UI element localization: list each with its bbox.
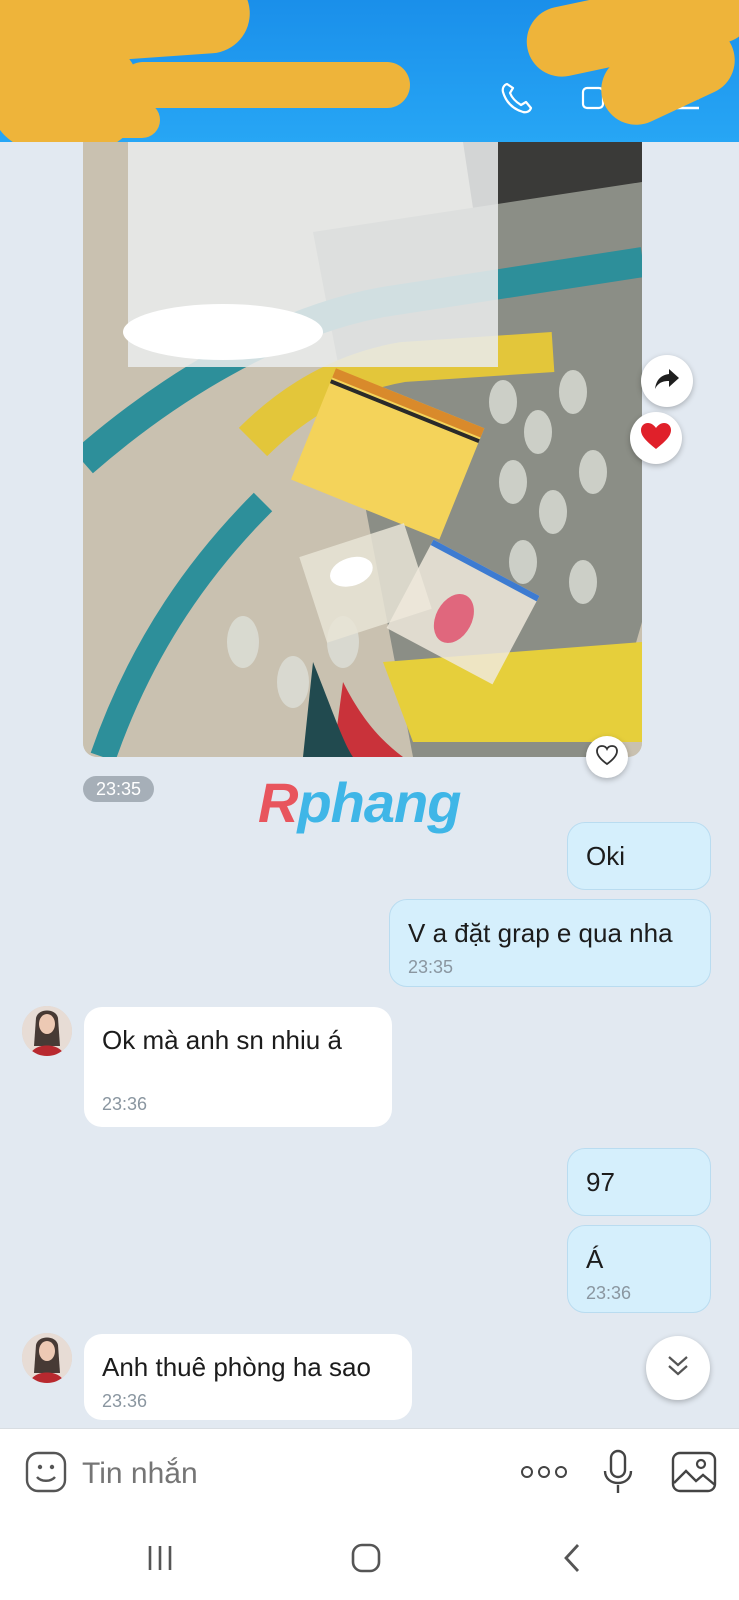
heart-outline-icon	[595, 744, 619, 771]
censor-smear	[120, 62, 410, 108]
image-icon[interactable]	[671, 1451, 717, 1498]
react-button[interactable]	[586, 736, 628, 778]
message-bubble-incoming[interactable]: Ok mà anh sn nhiu á 23:36	[84, 1007, 392, 1127]
message-time: 23:35	[408, 957, 454, 977]
system-nav-bar	[0, 1518, 739, 1600]
photo-message[interactable]	[83, 142, 642, 757]
back-chevron-icon[interactable]	[562, 1542, 582, 1579]
phone-icon[interactable]	[496, 78, 536, 118]
message-time: 23:35	[83, 776, 154, 802]
message-bubble-incoming[interactable]: Anh thuê phòng ha sao 23:36	[84, 1334, 412, 1420]
avatar[interactable]	[22, 1006, 72, 1056]
chat-header	[0, 0, 739, 142]
red-heart-icon	[640, 422, 672, 455]
message-text: Anh thuê phòng ha sao	[102, 1352, 371, 1382]
microphone-icon[interactable]	[602, 1449, 634, 1500]
message-text: Á	[586, 1244, 604, 1274]
sticker-smile-icon[interactable]	[24, 1450, 68, 1499]
avatar[interactable]	[22, 1333, 72, 1383]
share-arrow-icon	[653, 366, 681, 397]
photo-content	[83, 142, 642, 757]
double-chevron-down-icon	[665, 1353, 691, 1384]
message-time: 23:36	[586, 1283, 632, 1303]
message-bubble-outgoing[interactable]: Oki	[567, 822, 711, 890]
censor-smear	[20, 102, 160, 138]
share-button[interactable]	[641, 355, 693, 407]
message-time: 23:36	[102, 1391, 148, 1411]
message-bubble-outgoing[interactable]: V a đặt grap e qua nha 23:35	[389, 899, 711, 987]
more-dots-icon[interactable]	[520, 1463, 568, 1486]
message-text: 97	[586, 1167, 615, 1197]
watermark-first: R	[258, 771, 298, 834]
message-text: Oki	[586, 841, 625, 871]
message-text: Ok mà anh sn nhiu á	[102, 1025, 342, 1055]
reaction-badge[interactable]	[630, 412, 682, 464]
message-bubble-outgoing[interactable]: Á 23:36	[567, 1225, 711, 1313]
watermark-rest: phang	[297, 771, 461, 834]
scroll-down-button[interactable]	[646, 1336, 710, 1400]
recent-apps-icon[interactable]	[146, 1544, 174, 1577]
watermark-logo: Rphang	[258, 770, 461, 835]
message-input[interactable]	[80, 1449, 504, 1499]
message-bubble-outgoing[interactable]: 97	[567, 1148, 711, 1216]
message-time: 23:36	[102, 1094, 148, 1114]
home-icon[interactable]	[350, 1542, 382, 1579]
message-composer	[0, 1428, 739, 1519]
message-text: V a đặt grap e qua nha	[408, 918, 673, 948]
